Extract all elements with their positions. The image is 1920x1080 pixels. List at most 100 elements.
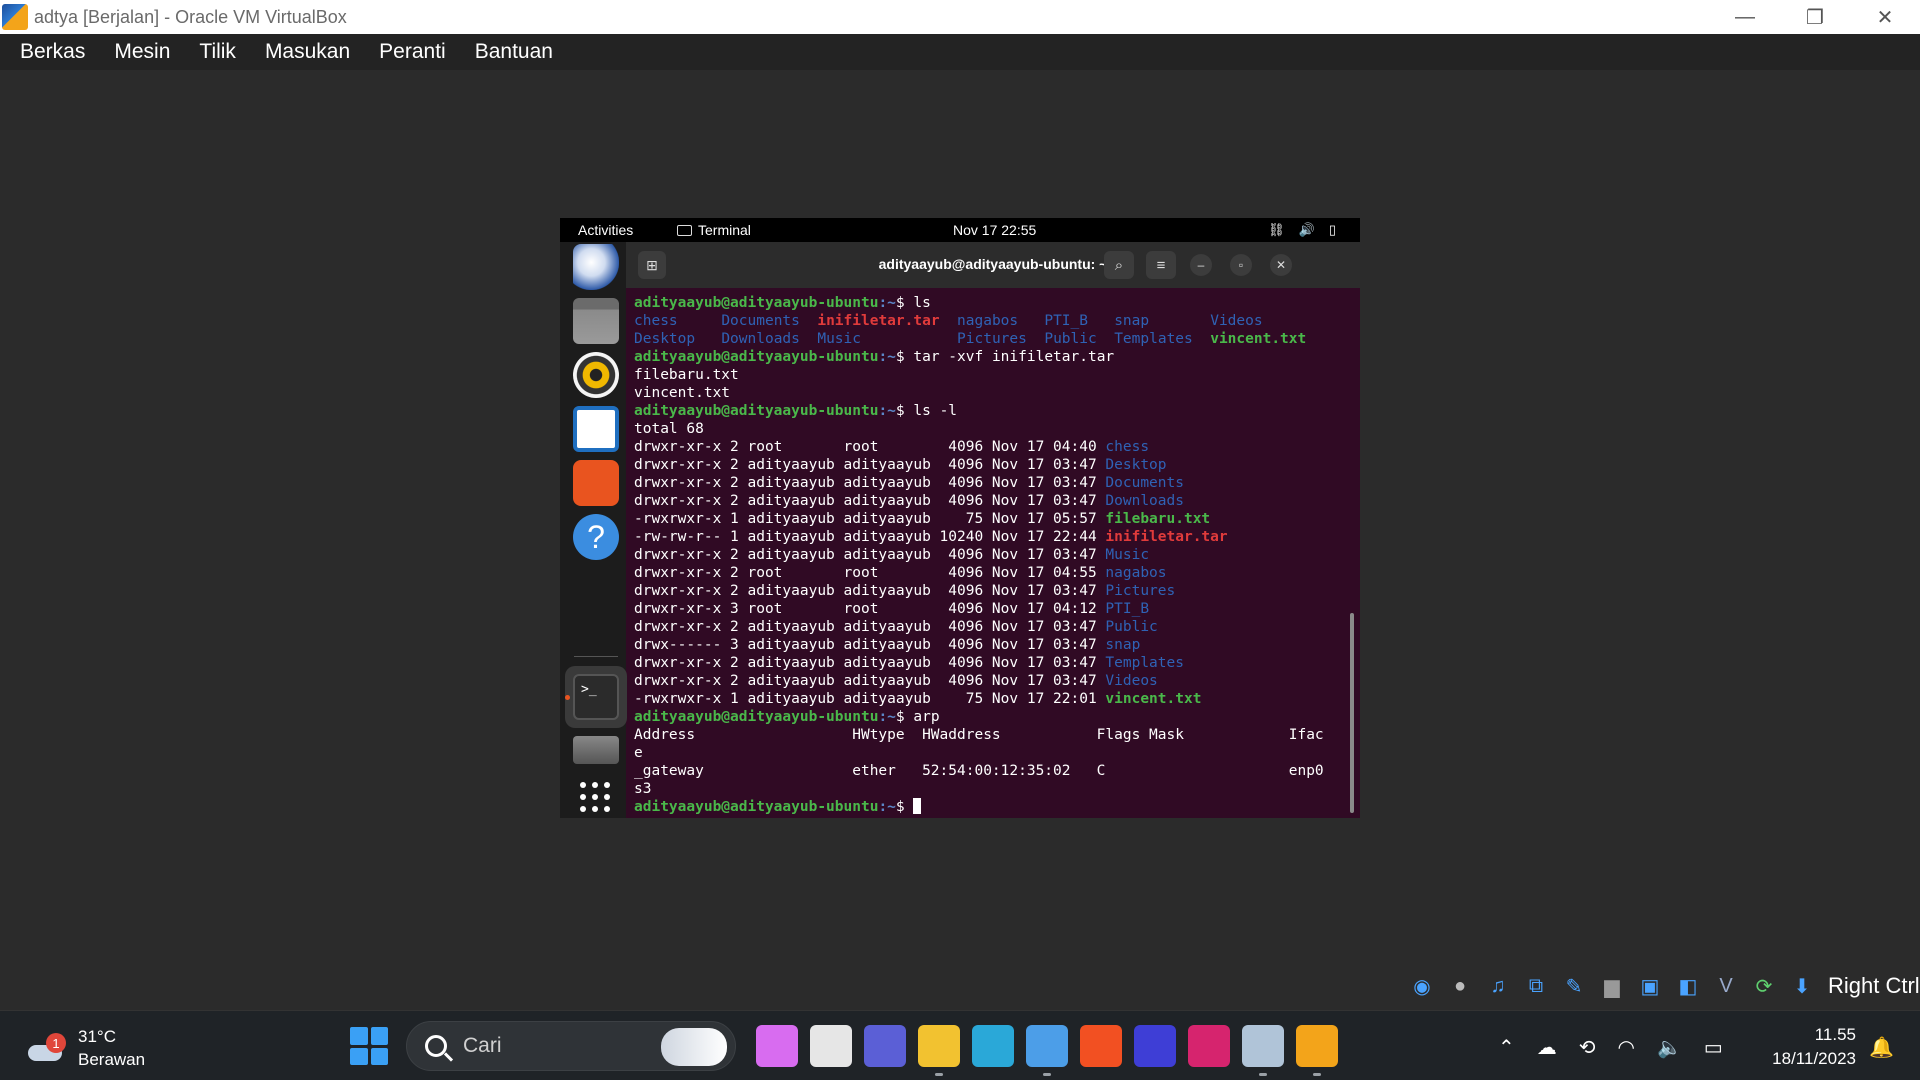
menu-peranti[interactable]: Peranti xyxy=(379,40,446,64)
prompt-symbol: $ xyxy=(895,295,914,311)
network-adapter-icon[interactable]: ⧉ xyxy=(1520,971,1552,1001)
terminal-line: e xyxy=(634,744,1352,762)
instagram-icon[interactable] xyxy=(1188,1025,1230,1067)
menu-mesin[interactable]: Mesin xyxy=(114,40,170,64)
app-m-icon[interactable] xyxy=(1134,1025,1176,1067)
gnome-clock[interactable]: Nov 17 22:55 xyxy=(953,222,1036,238)
audio-icon[interactable]: ♫ xyxy=(1482,971,1514,1001)
tar-output: filebaru.txt xyxy=(634,367,739,383)
speaker-icon[interactable]: 🔈 xyxy=(1657,1035,1682,1060)
minimize-button[interactable]: — xyxy=(1710,0,1780,34)
writer-icon[interactable] xyxy=(573,406,619,452)
task-view-icon[interactable] xyxy=(810,1025,852,1067)
rhythmbox-icon[interactable] xyxy=(573,352,619,398)
mouse-integration-icon[interactable]: ⟳ xyxy=(1748,971,1780,1001)
terminal-line: -rw-rw-r-- 1 adityaayub adityaayub 10240… xyxy=(634,528,1352,546)
terminal-menu-button[interactable]: ≡ xyxy=(1146,251,1176,279)
ls-long-name: snap xyxy=(1105,637,1141,653)
terminal-output[interactable]: adityaayub@adityaayub-ubuntu:~$ ls chess … xyxy=(634,294,1352,818)
menu-masukan[interactable]: Masukan xyxy=(265,40,350,64)
vt-x-icon[interactable]: V xyxy=(1710,971,1742,1001)
ls-long-name: Videos xyxy=(1105,673,1158,689)
removable-drive-icon[interactable] xyxy=(573,736,619,764)
vm-screen[interactable]: Activities Terminal Nov 17 22:55 ⛓ 🔊 ▯ ?… xyxy=(560,218,1360,818)
download-icon[interactable]: ⬇ xyxy=(1786,971,1818,1001)
start-button[interactable] xyxy=(350,1027,388,1065)
prompt-symbol: $ xyxy=(895,403,914,419)
prompt-path: :~ xyxy=(878,799,896,815)
terminal-minimize-button[interactable]: – xyxy=(1190,254,1212,276)
terminal-maximize-button[interactable]: ▫ xyxy=(1230,254,1252,276)
photos-icon[interactable] xyxy=(1026,1025,1068,1067)
prompt-user: adityaayub@adityaayub-ubuntu xyxy=(634,799,879,815)
app-center-icon[interactable] xyxy=(573,460,619,506)
ls-entry: Templates xyxy=(1114,331,1211,347)
display-icon[interactable]: ▣ xyxy=(1634,971,1666,1001)
onedrive-error-icon[interactable]: ☁ xyxy=(1537,1035,1557,1060)
files-icon[interactable] xyxy=(573,298,619,344)
ls-entry: Videos xyxy=(1210,313,1263,329)
ls-long-name: vincent.txt xyxy=(1105,691,1202,707)
command-text: tar -xvf inifiletar.tar xyxy=(913,349,1115,365)
ls-entry: Pictures xyxy=(957,331,1045,347)
ls-long-name: PTI_B xyxy=(1105,601,1150,617)
menu-bantuan[interactable]: Bantuan xyxy=(475,40,553,64)
ls-entry: snap xyxy=(1114,313,1211,329)
terminal-close-button[interactable]: ✕ xyxy=(1270,254,1292,276)
hard-disk-icon[interactable]: ◉ xyxy=(1406,971,1438,1001)
virtualbox-cube-icon[interactable] xyxy=(1242,1025,1284,1067)
terminal-icon[interactable]: >_ xyxy=(573,674,619,720)
running-app-indicator xyxy=(1259,1073,1267,1076)
usb-icon[interactable]: ✎ xyxy=(1558,971,1590,1001)
weather-widget[interactable]: 1 31°C Berawan xyxy=(26,1025,145,1071)
taskbar-search[interactable]: Cari xyxy=(406,1021,736,1071)
recording-icon[interactable]: ◧ xyxy=(1672,971,1704,1001)
search-icon xyxy=(425,1035,447,1057)
ls-long-name: nagabos xyxy=(1105,565,1167,581)
prompt-path: :~ xyxy=(878,709,896,725)
menu-berkas[interactable]: Berkas xyxy=(20,40,85,64)
ls-long-meta: -rwxrwxr-x 1 adityaayub adityaayub 75 No… xyxy=(634,511,1106,527)
activities-button[interactable]: Activities xyxy=(578,222,633,238)
optical-drive-icon[interactable]: ● xyxy=(1444,971,1476,1001)
terminal-line: -rwxrwxr-x 1 adityaayub adityaayub 75 No… xyxy=(634,690,1352,708)
copilot-pre-icon[interactable] xyxy=(756,1025,798,1067)
maximize-button[interactable]: ❐ xyxy=(1780,0,1850,34)
store-icon[interactable] xyxy=(1080,1025,1122,1067)
ls-long-meta: -rwxrwxr-x 1 adityaayub adityaayub 75 No… xyxy=(634,691,1106,707)
taskbar-clock[interactable]: 11.55 18/11/2023 xyxy=(1772,1023,1856,1071)
menu-tilik[interactable]: Tilik xyxy=(199,40,236,64)
thunderbird-icon[interactable] xyxy=(573,244,619,290)
command-text: ls xyxy=(913,295,931,311)
terminal-scrollbar[interactable] xyxy=(1350,613,1354,813)
system-status-area[interactable]: ⛓ 🔊 ▯ xyxy=(1268,222,1336,238)
ls-entry: PTI_B xyxy=(1044,313,1115,329)
ls-entry: chess xyxy=(634,313,722,329)
prompt-user: adityaayub@adityaayub-ubuntu xyxy=(634,349,879,365)
ls-long-meta: drwxr-xr-x 2 adityaayub adityaayub 4096 … xyxy=(634,457,1106,473)
window-title: adtya [Berjalan] - Oracle VM VirtualBox xyxy=(34,6,347,27)
edge-icon[interactable] xyxy=(972,1025,1014,1067)
meet-icon[interactable] xyxy=(864,1025,906,1067)
wifi-icon[interactable]: ◠ xyxy=(1618,1035,1635,1060)
notification-bell-icon[interactable]: 🔔 xyxy=(1869,1035,1894,1060)
terminal-line: drwxr-xr-x 3 root root 4096 Nov 17 04:12… xyxy=(634,600,1352,618)
help-icon[interactable]: ? xyxy=(573,514,619,560)
prompt-symbol: $ xyxy=(895,709,914,725)
virtualbox-icon[interactable] xyxy=(1296,1025,1338,1067)
dock-separator xyxy=(574,656,618,657)
show-apps-icon[interactable] xyxy=(580,782,610,812)
prompt-user: adityaayub@adityaayub-ubuntu xyxy=(634,295,879,311)
app-menu[interactable]: Terminal xyxy=(677,222,751,238)
search-highlight-art-icon xyxy=(661,1028,727,1066)
host-key-label: Right Ctrl xyxy=(1828,973,1920,998)
terminal-search-button[interactable]: ⌕ xyxy=(1104,251,1134,279)
file-explorer-icon[interactable] xyxy=(918,1025,960,1067)
close-button[interactable]: ✕ xyxy=(1850,0,1920,34)
battery-tray-icon[interactable]: ▭ xyxy=(1704,1035,1723,1060)
ubuntu-dock: ? >_ xyxy=(560,242,627,818)
sync-icon[interactable]: ⟲ xyxy=(1579,1035,1596,1060)
ls-long-name: Public xyxy=(1105,619,1158,635)
show-hidden-icons-chevron-icon[interactable]: ⌃ xyxy=(1498,1035,1515,1060)
shared-folder-icon[interactable]: ▆ xyxy=(1596,971,1628,1001)
